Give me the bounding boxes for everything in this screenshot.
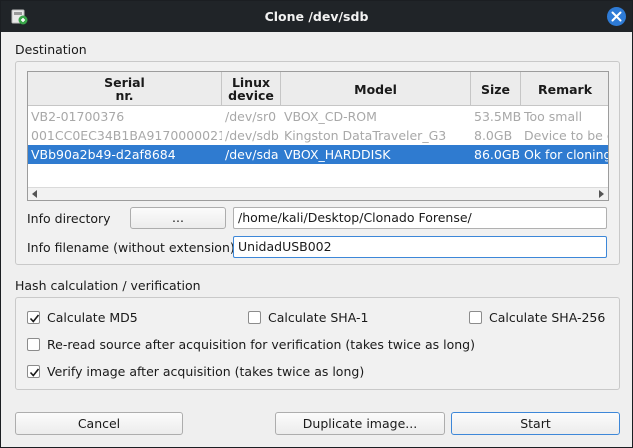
duplicate-image-button[interactable]: Duplicate image... <box>275 412 445 435</box>
column-remark-label: Remark <box>537 81 593 97</box>
sha256-checkbox-box[interactable] <box>469 311 482 324</box>
column-device[interactable]: Linux device <box>222 72 281 106</box>
cell-size: 8.0GB <box>474 128 513 143</box>
clone-dialog: Clone /dev/sdb Destination Serial nr. Lin… <box>0 0 633 448</box>
cell-serial: VBb90a2b49-d2af8684 <box>31 147 176 162</box>
table-row[interactable]: VB2-01700376 /dev/sr0 VBOX_CD-ROM 53.5MB… <box>28 107 608 126</box>
cancel-button[interactable]: Cancel <box>15 412 183 435</box>
cell-size: 86.0GB <box>474 147 521 162</box>
reread-label: Re-read source after acquisition for ver… <box>47 337 475 352</box>
cell-model: VBOX_CD-ROM <box>284 109 377 124</box>
column-serial[interactable]: Serial nr. <box>28 72 222 106</box>
column-model-label: Model <box>354 81 397 97</box>
sha1-checkbox[interactable]: Calculate SHA-1 <box>248 310 368 325</box>
info-directory-field[interactable]: /home/kali/Desktop/Clonado Forense/ <box>233 207 607 229</box>
md5-checkbox-box[interactable] <box>27 311 40 324</box>
horizontal-scrollbar[interactable] <box>28 187 608 200</box>
info-directory-label: Info directory <box>27 211 111 226</box>
cell-model: VBOX_HARDDISK <box>284 147 391 162</box>
md5-checkbox[interactable]: Calculate MD5 <box>27 310 138 325</box>
start-button[interactable]: Start <box>451 412 620 435</box>
title-bar: Clone /dev/sdb <box>1 1 632 32</box>
cell-remark: Too small <box>524 109 583 124</box>
cell-device: /dev/sdb <box>225 128 279 143</box>
scroll-left-icon[interactable] <box>32 190 37 198</box>
cell-serial: VB2-01700376 <box>31 109 125 124</box>
cell-serial: 001CC0EC34B1BA9170000021 <box>31 128 222 143</box>
device-table[interactable]: Serial nr. Linux device Model Size Remark … <box>27 71 609 201</box>
column-model[interactable]: Model <box>281 72 471 106</box>
column-size[interactable]: Size <box>471 72 521 106</box>
reread-checkbox[interactable]: Re-read source after acquisition for ver… <box>27 337 475 352</box>
verify-checkbox-box[interactable] <box>27 365 40 378</box>
column-remark[interactable]: Remark <box>521 72 608 106</box>
cell-size: 53.5MB <box>474 109 521 124</box>
table-row[interactable]: 001CC0EC34B1BA9170000021 /dev/sdb Kingst… <box>28 126 608 145</box>
verify-label: Verify image after acquisition (takes tw… <box>47 364 365 379</box>
checkmark-icon <box>29 314 40 323</box>
sha1-label: Calculate SHA-1 <box>268 310 369 325</box>
column-device-label: Linux device <box>228 75 274 103</box>
verify-checkbox[interactable]: Verify image after acquisition (takes tw… <box>27 364 364 379</box>
sha1-checkbox-box[interactable] <box>248 311 261 324</box>
table-row[interactable]: VBb90a2b49-d2af8684 /dev/sda VBOX_HARDDI… <box>28 145 608 164</box>
cell-model: Kingston DataTraveler_G3 <box>284 128 447 143</box>
cell-device: /dev/sda <box>225 147 279 162</box>
column-serial-label: Serial nr. <box>104 75 145 103</box>
close-icon <box>611 11 622 22</box>
checkmark-icon <box>29 368 40 377</box>
info-filename-label: Info filename (without extension) <box>27 240 235 255</box>
column-size-label: Size <box>480 81 511 97</box>
cell-remark: Device to be clone <box>524 128 608 143</box>
info-filename-field[interactable]: UnidadUSB002 <box>233 236 607 258</box>
table-header: Serial nr. Linux device Model Size Remark <box>28 72 608 106</box>
cell-remark: Ok for cloning <box>524 147 609 162</box>
sha256-label: Calculate SHA-256 <box>489 310 606 325</box>
scroll-thumb[interactable] <box>42 191 594 197</box>
window-title: Clone /dev/sdb <box>264 9 369 24</box>
sha256-checkbox[interactable]: Calculate SHA-256 <box>469 310 605 325</box>
hash-label: Hash calculation / verification <box>15 278 201 293</box>
md5-label: Calculate MD5 <box>47 310 138 325</box>
reread-checkbox-box[interactable] <box>27 338 40 351</box>
browse-directory-button[interactable]: ... <box>130 207 226 229</box>
cell-device: /dev/sr0 <box>225 109 277 124</box>
close-button[interactable] <box>607 7 626 26</box>
destination-label: Destination <box>15 42 87 57</box>
scroll-right-icon[interactable] <box>599 190 604 198</box>
